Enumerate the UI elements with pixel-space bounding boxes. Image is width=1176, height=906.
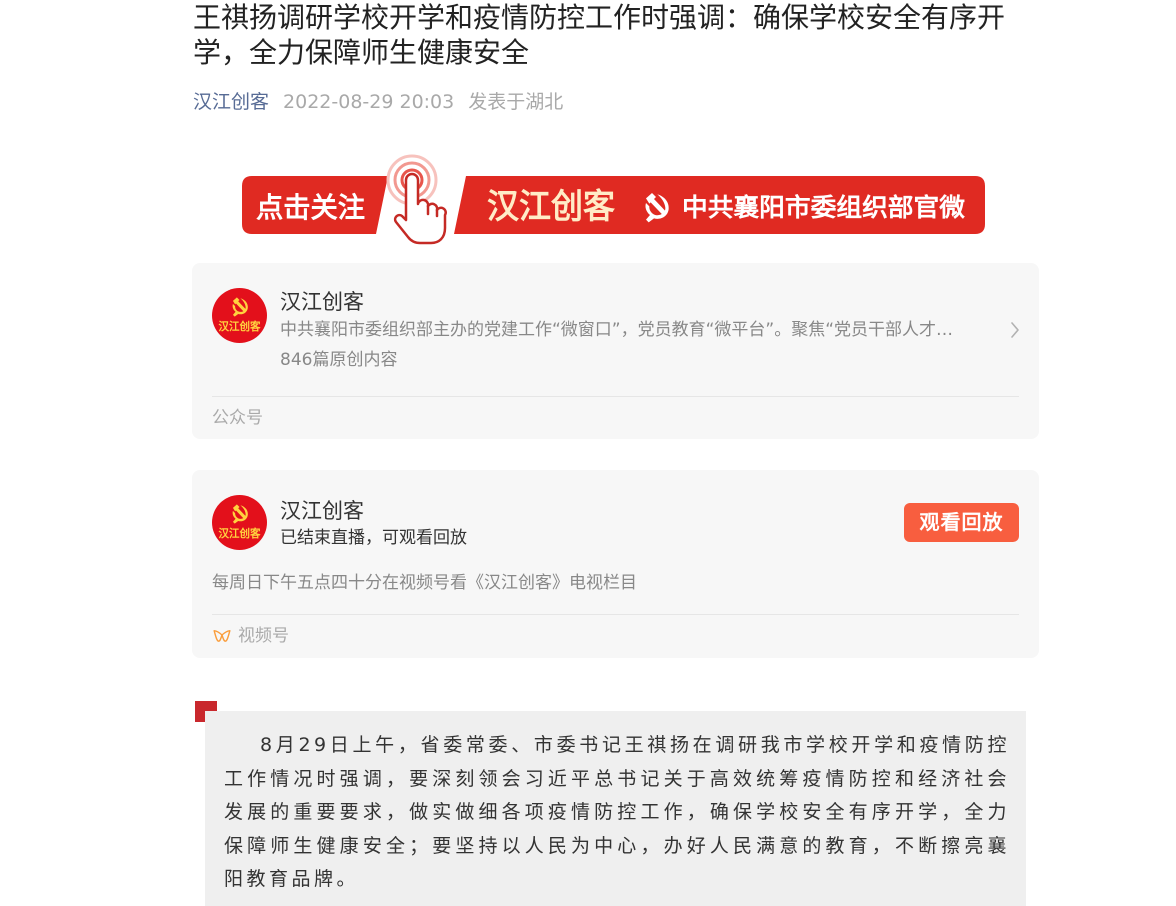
avatar-circle xyxy=(212,495,267,550)
banner-follow-text: 点击关注 xyxy=(256,191,365,224)
channel-schedule: 每周日下午五点四十分在视频号看《汉江创客》电视栏目 xyxy=(212,573,637,593)
banner-brand-text: 汉江创客 xyxy=(487,187,615,227)
official-account-card[interactable]: 汉江创客 汉江创客 中共襄阳市委组织部主办的党建工作“微窗口”，党员教育“微平台… xyxy=(192,263,1039,439)
publish-location: 发表于湖北 xyxy=(468,91,564,113)
banner-org-text: 中共襄阳市委组织部官微 xyxy=(682,193,965,222)
account-description: 中共襄阳市委组织部主办的党建工作“微窗口”，党员教育“微平台”。聚焦“党员干部人… xyxy=(280,320,954,340)
follow-banner: 点击关注 汉江创客 中共襄阳市委组织部官微 xyxy=(242,154,985,245)
publish-time: 2022-08-29 20:03 xyxy=(283,91,455,113)
card-type-label: 公众号 xyxy=(212,408,263,428)
account-name: 汉江创客 xyxy=(280,290,364,314)
article-meta: 汉江创客 2022-08-29 20:03 发表于湖北 xyxy=(193,89,563,115)
card-divider xyxy=(212,396,1019,397)
avatar: 汉江创客 xyxy=(212,288,267,343)
avatar: 汉江创客 xyxy=(212,495,267,550)
channels-card[interactable]: 汉江创客 汉江创客 已结束直播，可观看回放 观看回放 每周日下午五点四十分在视频… xyxy=(192,470,1039,658)
avatar-circle xyxy=(212,288,267,343)
article-title: 王祺扬调研学校开学和疫情防控工作时强调：确保学校安全有序开学，全力保障师生健康安… xyxy=(193,1,1006,69)
original-count: 846篇原创内容 xyxy=(280,350,398,370)
lead-paragraph: 8月29日上午，省委常委、市委书记王祺扬在调研我市学校开学和疫情防控工作情况时强… xyxy=(224,734,1010,890)
card-type-label: 视频号 xyxy=(238,626,289,646)
card-divider xyxy=(212,614,1019,615)
channel-name: 汉江创客 xyxy=(280,499,364,523)
account-name-link[interactable]: 汉江创客 xyxy=(193,89,269,115)
channels-icon xyxy=(213,630,231,642)
watch-replay-button[interactable]: 观看回放 xyxy=(904,503,1019,542)
avatar-logo-text: 汉江创客 xyxy=(219,319,262,333)
avatar-logo-text: 汉江创客 xyxy=(219,526,262,540)
live-status: 已结束直播，可观看回放 xyxy=(280,528,467,548)
hand-tap-icon xyxy=(386,154,447,245)
article-page: 王祺扬调研学校开学和疫情防控工作时强调：确保学校安全有序开学，全力保障师生健康安… xyxy=(0,0,1176,906)
chevron-right-icon xyxy=(1011,322,1019,338)
quote-block: 8月29日上午，省委常委、市委书记王祺扬在调研我市学校开学和疫情防控工作情况时强… xyxy=(205,711,1026,906)
